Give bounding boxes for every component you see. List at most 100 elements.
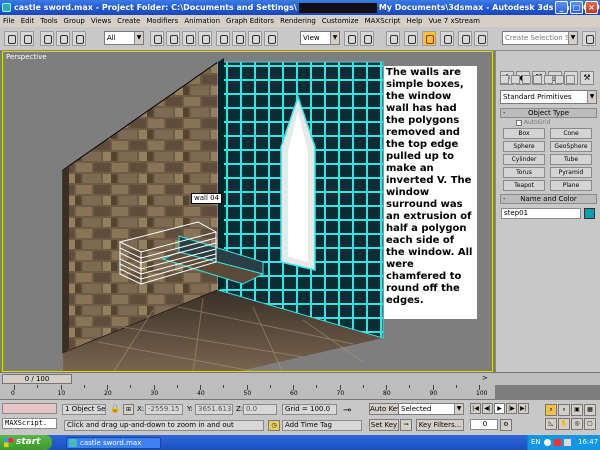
select-by-name-icon[interactable] — [166, 31, 180, 46]
z-coordinate-field[interactable]: 0.0 — [243, 404, 277, 415]
pan-icon[interactable]: ✋ — [558, 418, 570, 430]
time-slider-next-arrow[interactable]: > — [482, 374, 488, 382]
lock-selection-icon[interactable]: 🔒 — [110, 404, 120, 413]
plane-button[interactable]: Plane — [550, 180, 592, 191]
taskbar-item-3dsmax[interactable]: castle sword.max — [66, 437, 161, 449]
box-button[interactable]: Box — [503, 128, 545, 139]
current-frame-field[interactable]: 0 — [470, 419, 498, 430]
key-mode-dropdown[interactable]: Selected ▼ — [398, 403, 464, 415]
primitive-category-dropdown[interactable]: Standard Primitives ▼ — [500, 90, 597, 104]
time-configuration-icon[interactable]: ⚙ — [500, 419, 512, 431]
set-key-icon[interactable]: ⊸ — [400, 419, 412, 431]
cone-button[interactable]: Cone — [550, 128, 592, 139]
select-scale-icon[interactable] — [248, 31, 262, 46]
select-manipulate-icon[interactable] — [264, 31, 278, 46]
sphere-button[interactable]: Sphere — [503, 141, 545, 152]
field-of-view-icon[interactable]: ◺ — [545, 418, 557, 430]
menu-maxscript[interactable]: MAXScript — [362, 15, 404, 27]
maxscript-listener-mini[interactable] — [2, 403, 57, 414]
named-selection-set-dropdown[interactable]: Create Selection Set ▼ — [502, 31, 578, 45]
key-icon[interactable]: ⊸ — [343, 406, 351, 416]
select-link-icon[interactable] — [40, 31, 54, 46]
orbit-icon[interactable]: ◎ — [571, 418, 583, 430]
object-name-field[interactable]: step01 — [501, 208, 581, 219]
auto-key-button[interactable]: Auto Key — [369, 403, 401, 415]
systems-icon[interactable] — [566, 75, 575, 84]
redo-icon[interactable] — [20, 31, 34, 46]
window-crossing-icon[interactable] — [198, 31, 212, 46]
menu-customize[interactable]: Customize — [319, 15, 362, 27]
play-icon[interactable]: ▶ — [494, 403, 505, 414]
close-button[interactable]: × — [585, 1, 598, 14]
y-coordinate-field[interactable]: 3651.613 — [195, 404, 233, 415]
helpers-icon[interactable] — [544, 75, 553, 84]
go-to-start-icon[interactable]: |◀ — [470, 403, 481, 414]
object-color-swatch[interactable] — [584, 208, 595, 219]
menu-tools[interactable]: Tools — [37, 15, 60, 27]
menu-help[interactable]: Help — [404, 15, 426, 27]
bind-space-warp-icon[interactable] — [72, 31, 86, 46]
pyramid-button[interactable]: Pyramid — [550, 167, 592, 178]
name-and-color-rollout[interactable]: - Name and Color — [500, 194, 597, 204]
geosphere-button[interactable]: GeoSphere — [550, 141, 592, 152]
previous-frame-icon[interactable]: ◀| — [482, 403, 493, 414]
add-time-tag-button[interactable]: Add Time Tag — [282, 420, 362, 431]
zoom-icon[interactable]: ⌕ — [545, 404, 557, 416]
menu-rendering[interactable]: Rendering — [277, 15, 319, 27]
language-indicator[interactable]: EN — [531, 435, 541, 450]
unlink-icon[interactable] — [56, 31, 70, 46]
mirror-icon[interactable] — [458, 31, 472, 46]
geometry-icon[interactable] — [500, 75, 509, 84]
next-frame-icon[interactable]: |▶ — [506, 403, 517, 414]
maximize-button[interactable]: □ — [570, 1, 583, 14]
select-object-icon[interactable] — [150, 31, 164, 46]
maximize-viewport-icon[interactable]: ▢ — [584, 418, 596, 430]
menu-vue-7-xstream[interactable]: Vue 7 xStream — [425, 15, 482, 27]
key-filters-button[interactable]: Key Filters... — [416, 419, 464, 431]
absolute-mode-transform-icon[interactable]: ⊞ — [123, 404, 134, 415]
time-tag-icon[interactable]: ◷ — [268, 420, 280, 431]
edit-named-selections-icon[interactable] — [440, 31, 454, 46]
menu-create[interactable]: Create — [114, 15, 143, 27]
cameras-icon[interactable] — [533, 75, 542, 84]
go-to-end-icon[interactable]: ▶| — [518, 403, 529, 414]
undo-icon[interactable] — [4, 31, 18, 46]
select-move-icon[interactable] — [216, 31, 230, 46]
angle-snap-icon[interactable] — [386, 31, 400, 46]
space-warps-icon[interactable] — [555, 75, 564, 84]
perspective-viewport[interactable]: Perspective wall 04 The walls are simple… — [2, 51, 493, 372]
snaps-toggle-icon[interactable] — [360, 31, 374, 46]
torus-button[interactable]: Torus — [503, 167, 545, 178]
spinner-snap-icon[interactable] — [422, 31, 436, 46]
rectangular-selection-icon[interactable] — [182, 31, 196, 46]
lights-icon[interactable] — [522, 75, 531, 84]
selection-filter-dropdown[interactable]: All ▼ — [104, 31, 144, 45]
time-slider-track[interactable]: 0 / 100 > — [0, 372, 600, 385]
zoom-extents-all-icon[interactable]: ▦ — [584, 404, 596, 416]
maxscript-input[interactable]: MAXScript. — [2, 418, 57, 429]
reference-coordinate-dropdown[interactable]: View ▼ — [300, 31, 340, 45]
pivot-center-icon[interactable] — [344, 31, 358, 46]
teapot-button[interactable]: Teapot — [503, 180, 545, 191]
select-rotate-icon[interactable] — [232, 31, 246, 46]
menu-group[interactable]: Group — [61, 15, 88, 27]
menu-modifiers[interactable]: Modifiers — [143, 15, 181, 27]
zoom-extents-icon[interactable]: ▣ — [571, 404, 583, 416]
menu-graph-editors[interactable]: Graph Editors — [223, 15, 277, 27]
x-coordinate-field[interactable]: -2559.15 — [145, 404, 183, 415]
layer-manager-icon[interactable] — [582, 31, 596, 46]
percent-snap-icon[interactable] — [404, 31, 418, 46]
menu-file[interactable]: File — [0, 15, 18, 27]
shapes-icon[interactable] — [511, 75, 520, 84]
zoom-all-icon[interactable]: ⌕ — [558, 404, 570, 416]
cylinder-button[interactable]: Cylinder — [503, 154, 545, 165]
volume-icon[interactable] — [564, 439, 571, 446]
security-icon[interactable] — [554, 439, 561, 446]
help-icon[interactable] — [544, 439, 551, 446]
menu-edit[interactable]: Edit — [18, 15, 38, 27]
object-type-rollout[interactable]: - Object Type — [500, 108, 597, 118]
start-button[interactable]: start — [0, 435, 52, 450]
track-bar[interactable]: 0 10 20 30 40 50 60 70 80 90 100 — [0, 385, 495, 400]
autogrid-checkbox[interactable]: AutoGrid — [516, 119, 550, 126]
tube-button[interactable]: Tube — [550, 154, 592, 165]
